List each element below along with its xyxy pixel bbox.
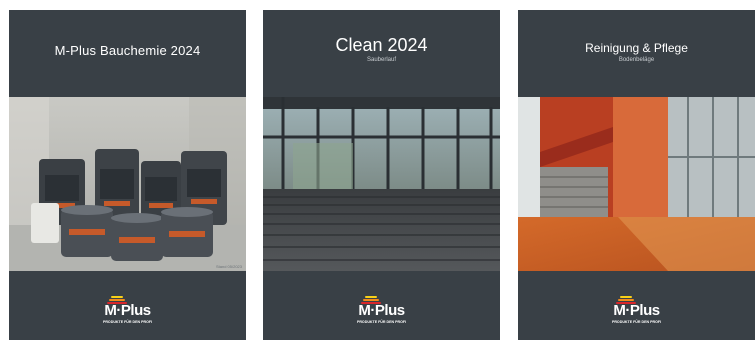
catalog-card-reinigung[interactable]: Reinigung & Pflege Bodenbeläge M·Plus PR… xyxy=(518,10,755,340)
catalog-header: M-Plus Bauchemie 2024 xyxy=(9,10,246,97)
catalog-version-note: Stand 05/2023 xyxy=(215,264,242,269)
brand-name: M·Plus xyxy=(104,302,151,319)
catalog-subtitle: Bodenbeläge xyxy=(618,57,655,63)
brand-name: M·Plus xyxy=(613,302,660,319)
catalog-subtitle: Sauberlauf xyxy=(366,57,397,63)
catalog-card-clean[interactable]: Clean 2024 Sauberlauf M·Plus PRODUKTE FÜ… xyxy=(263,10,500,340)
catalog-card-bauchemie[interactable]: M-Plus Bauchemie 2024 Stand 05/2023 M·Pl… xyxy=(9,10,246,340)
catalog-cover-photo: Stand 05/2023 xyxy=(9,97,246,271)
catalog-header: Clean 2024 Sauberlauf xyxy=(263,10,500,97)
m-plus-logo: M·Plus PRODUKTE FÜR DEN PROFI xyxy=(263,292,500,328)
catalog-cover-photo xyxy=(518,97,755,271)
catalog-title: Clean 2024 xyxy=(335,35,428,55)
staircase-interior-image xyxy=(518,97,755,271)
catalog-header: Reinigung & Pflege Bodenbeläge xyxy=(518,10,755,97)
brand-tagline: PRODUKTE FÜR DEN PROFI xyxy=(102,320,153,324)
m-plus-logo: M·Plus PRODUKTE FÜR DEN PROFI xyxy=(9,292,246,328)
catalog-cover-photo xyxy=(263,97,500,271)
brand-tagline: PRODUKTE FÜR DEN PROFI xyxy=(356,320,407,324)
product-buckets-image xyxy=(9,97,246,271)
brand-name: M·Plus xyxy=(358,302,405,319)
m-plus-logo: M·Plus PRODUKTE FÜR DEN PROFI xyxy=(518,292,755,328)
catalog-title: M-Plus Bauchemie 2024 xyxy=(54,43,201,58)
catalog-title: Reinigung & Pflege xyxy=(585,41,688,55)
entrance-mat-image xyxy=(263,97,500,271)
brand-tagline: PRODUKTE FÜR DEN PROFI xyxy=(611,320,662,324)
